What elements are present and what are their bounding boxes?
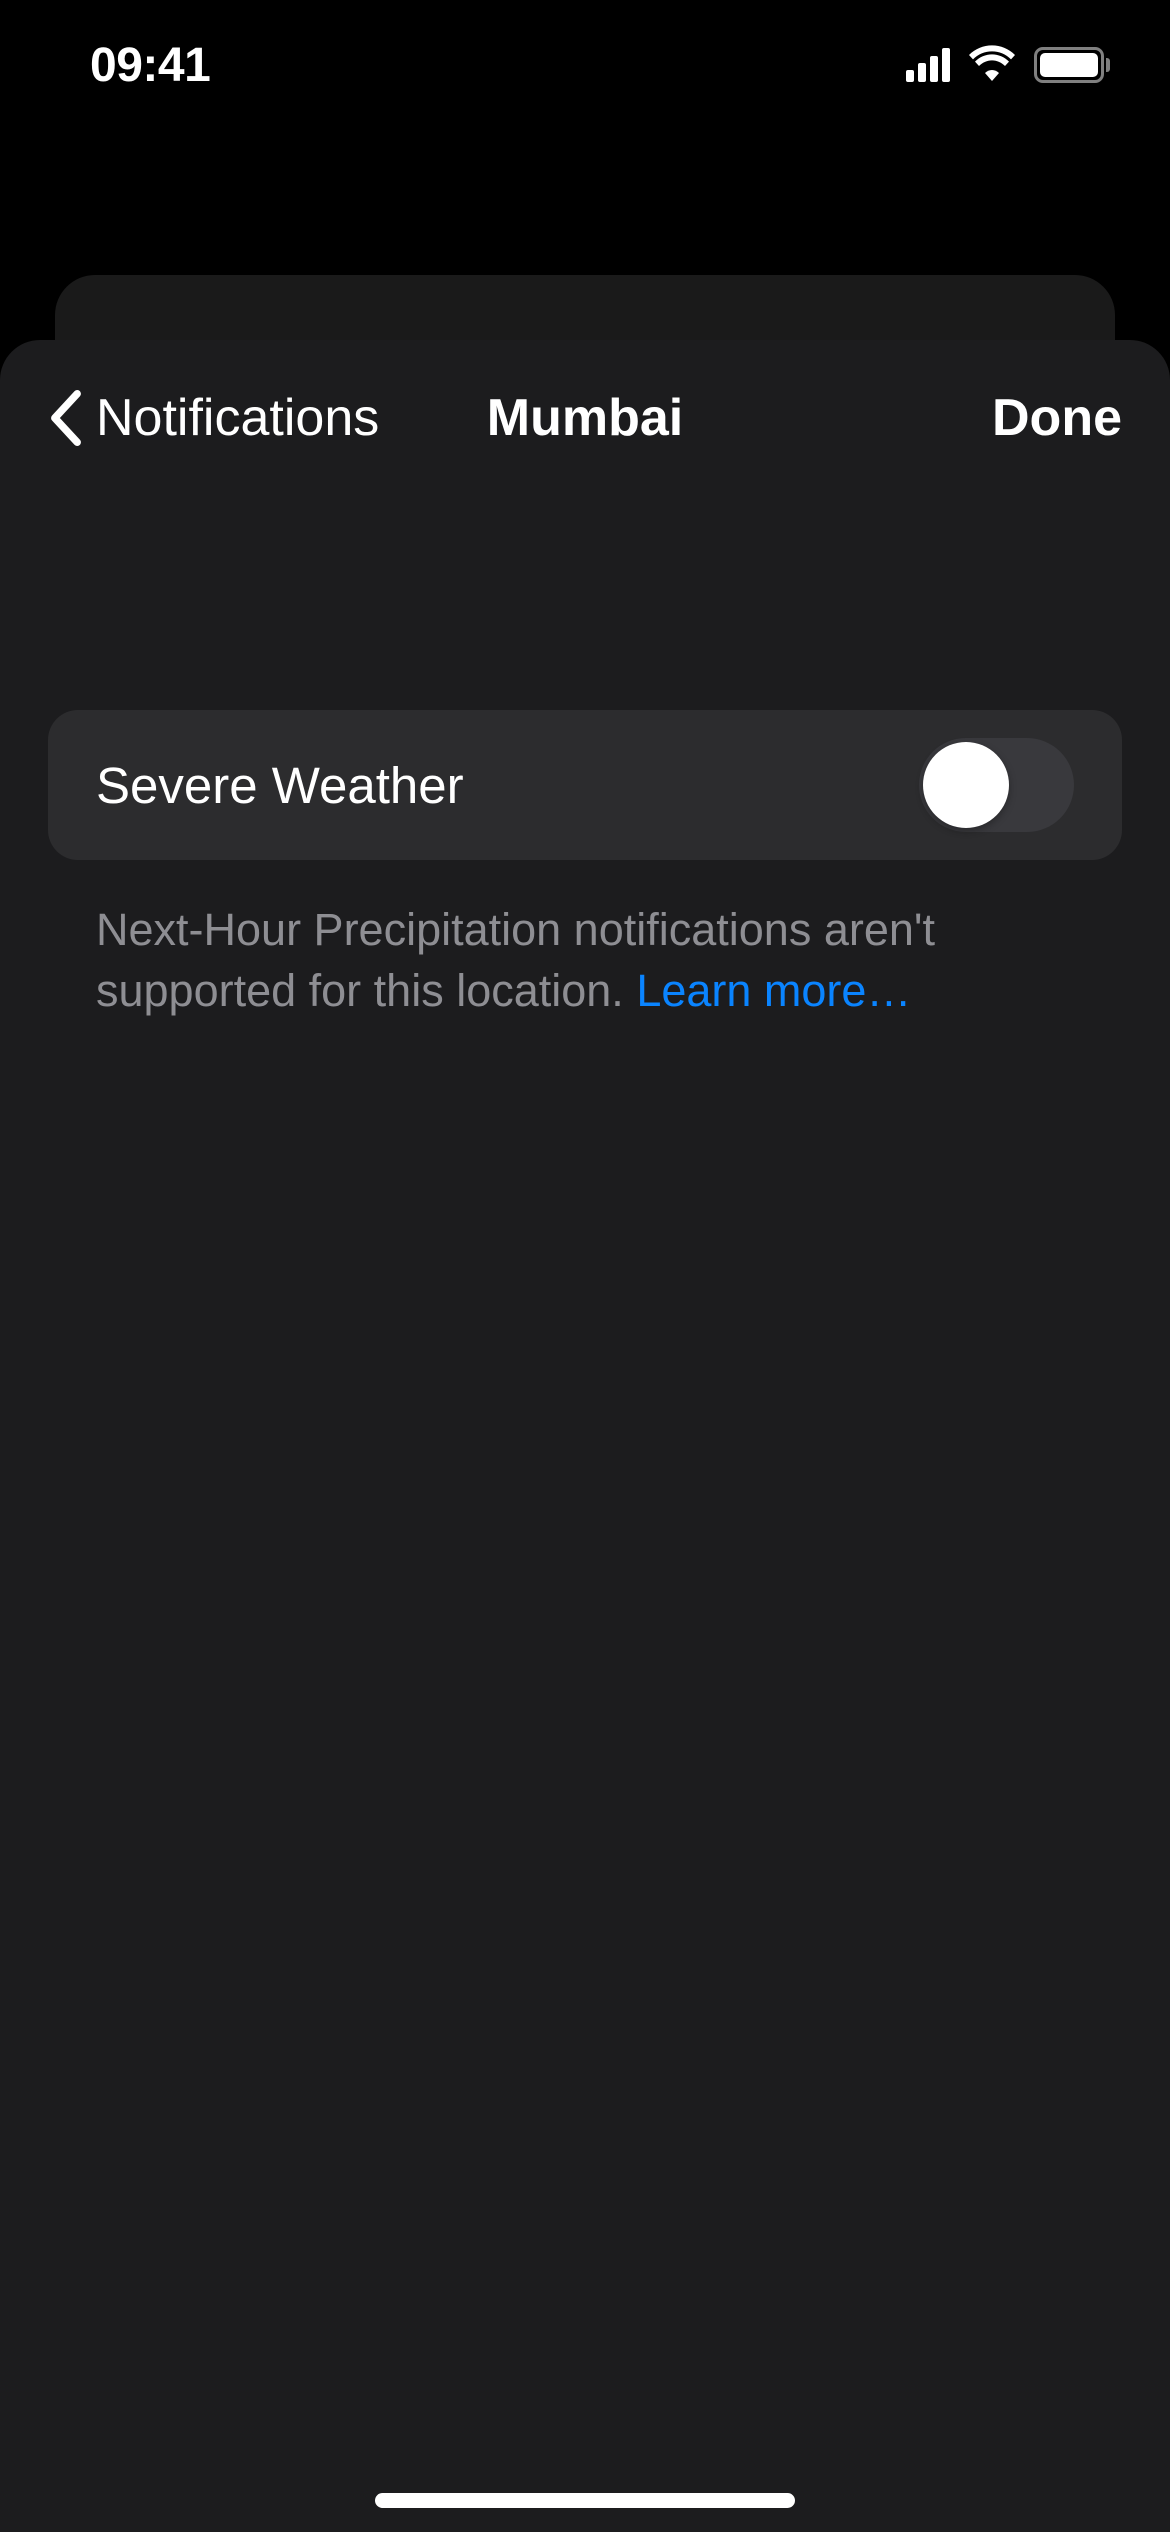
status-time: 09:41 xyxy=(90,38,210,93)
settings-sheet: Notifications Mumbai Done Severe Weather… xyxy=(0,340,1170,2532)
done-button[interactable]: Done xyxy=(992,388,1122,448)
severe-weather-row: Severe Weather xyxy=(48,710,1122,860)
navigation-bar: Notifications Mumbai Done xyxy=(0,340,1170,495)
learn-more-link[interactable]: Learn more… xyxy=(636,965,911,1016)
chevron-left-icon xyxy=(48,390,84,446)
wifi-icon xyxy=(968,45,1016,86)
toggle-knob xyxy=(923,742,1009,828)
battery-icon xyxy=(1034,47,1110,83)
back-label: Notifications xyxy=(96,388,379,448)
cellular-signal-icon xyxy=(906,48,950,82)
footer-description: Next-Hour Precipitation notifications ar… xyxy=(48,860,1122,1022)
back-button[interactable]: Notifications xyxy=(48,388,379,448)
severe-weather-toggle[interactable] xyxy=(919,738,1074,832)
home-indicator[interactable] xyxy=(375,2493,795,2508)
status-bar: 09:41 xyxy=(0,0,1170,130)
page-title: Mumbai xyxy=(487,388,683,448)
content-area: Severe Weather Next-Hour Precipitation n… xyxy=(0,495,1170,1022)
status-icons xyxy=(906,45,1110,86)
severe-weather-label: Severe Weather xyxy=(96,756,464,815)
